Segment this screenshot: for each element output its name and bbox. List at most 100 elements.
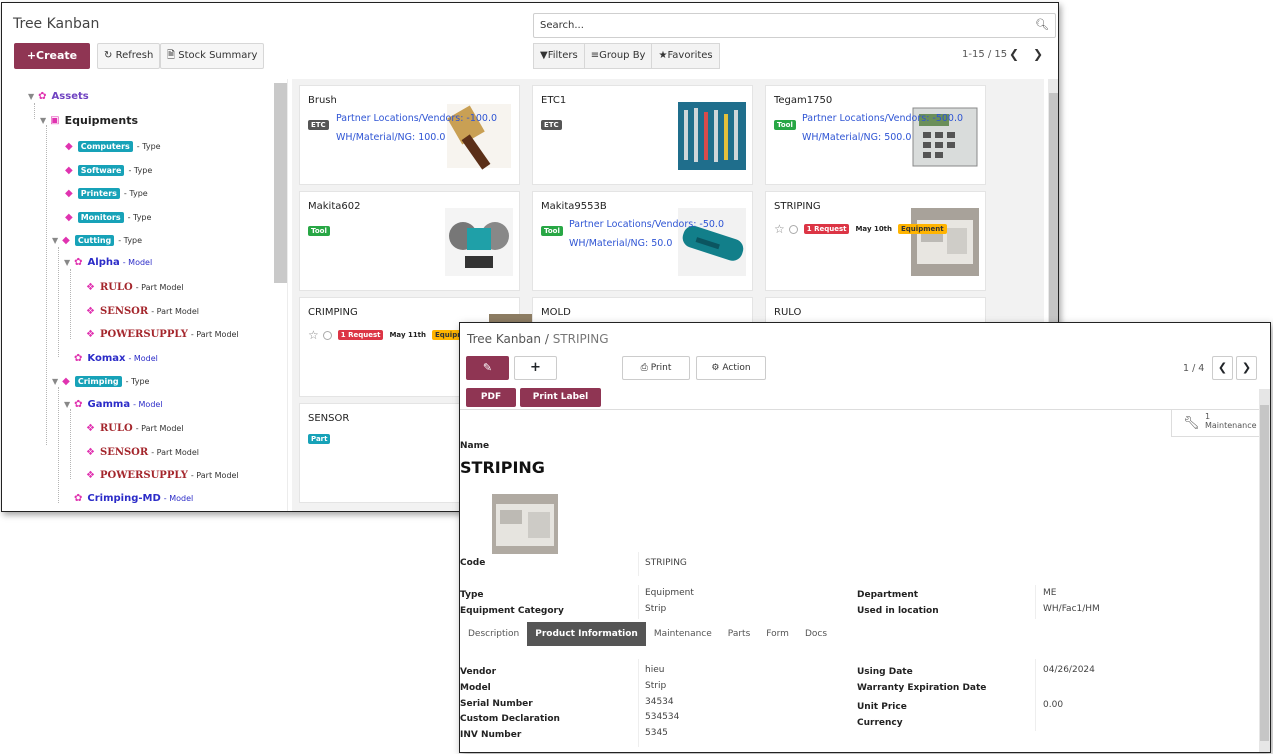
- department-value[interactable]: ME: [1043, 588, 1056, 598]
- maintenance-smart-button[interactable]: 🔧︎ 1 Maintenance: [1171, 409, 1261, 437]
- tree-node-komax[interactable]: ✿ Komax - Model: [74, 353, 158, 364]
- filter-icon: ▼: [540, 50, 548, 61]
- custom-declaration-value[interactable]: 534534: [645, 712, 679, 722]
- filters-button[interactable]: ▼Filters: [534, 44, 585, 68]
- pager-value[interactable]: 1 / 4: [1183, 363, 1204, 374]
- kanban-card-makita9553b[interactable]: Makita9553B Tool Partner Locations/Vendo…: [532, 191, 753, 291]
- serial-number-value[interactable]: 34534: [645, 697, 674, 707]
- pager-value[interactable]: 1-15 / 15: [962, 49, 1007, 60]
- edit-button[interactable]: ✎: [466, 356, 509, 380]
- tree-node-sensor[interactable]: ❖ SENSOR - Part Model: [86, 306, 199, 317]
- caret-down-icon[interactable]: ▼: [28, 92, 34, 101]
- breadcrumb-root[interactable]: Tree Kanban: [467, 332, 541, 346]
- kanban-card-striping[interactable]: STRIPING ☆ 1 Request May 10th Equipment: [765, 191, 986, 291]
- card-title: ETC1: [541, 95, 567, 106]
- breadcrumb-separator: /: [541, 332, 553, 346]
- stock-location-link[interactable]: Partner Locations/Vendors: -50.0: [569, 219, 724, 230]
- search-input[interactable]: Search... 🔍︎: [533, 13, 1056, 38]
- used-in-location-value[interactable]: WH/Fac1/HM: [1043, 604, 1100, 614]
- model-value[interactable]: Strip: [645, 681, 666, 691]
- node-type: - Type: [123, 189, 148, 198]
- card-title: Brush: [308, 95, 337, 106]
- clock-icon[interactable]: [322, 330, 332, 340]
- type-value[interactable]: Equipment: [645, 588, 694, 598]
- kanban-card-makita602[interactable]: Makita602 Tool: [299, 191, 520, 291]
- record-form-window: Tree Kanban / STRIPING ✎ + ⎙ Print ⚙ Act…: [459, 322, 1271, 753]
- action-button[interactable]: ⚙ Action: [696, 356, 766, 380]
- tree-node-powersupply-2[interactable]: ❖ POWERSUPPLY - Part Model: [86, 470, 239, 481]
- clock-icon[interactable]: [788, 224, 798, 234]
- refresh-button[interactable]: ↻ Refresh: [97, 43, 161, 69]
- stock-location-link[interactable]: WH/Material/NG: 50.0: [569, 238, 672, 249]
- model-label: Model: [460, 683, 491, 693]
- stock-location-link[interactable]: WH/Material/NG: 500.0: [802, 132, 911, 143]
- tree-node-rulo-2[interactable]: ❖ RULO - Part Model: [86, 423, 184, 434]
- tree-node-computers[interactable]: ◆ Computers - Type: [65, 141, 161, 152]
- star-icon[interactable]: ☆: [774, 222, 785, 236]
- stock-location-link[interactable]: Partner Locations/Vendors: -500.0: [802, 113, 963, 124]
- tab-product-information[interactable]: Product Information: [527, 622, 646, 646]
- star-icon[interactable]: ☆: [308, 328, 319, 342]
- kanban-card-etc1[interactable]: ETC1 ETC: [532, 85, 753, 185]
- tree-line: [58, 247, 59, 357]
- chevron-left-icon[interactable]: ❮: [1212, 356, 1233, 380]
- chevron-left-icon[interactable]: ❮: [1009, 47, 1019, 61]
- tree-node-monitors[interactable]: ◆ Monitors - Type: [65, 212, 151, 223]
- stock-location-link[interactable]: WH/Material/NG: 100.0: [336, 132, 445, 143]
- print-label-button[interactable]: Print Label: [520, 388, 601, 407]
- unit-price-value[interactable]: 0.00: [1043, 700, 1063, 710]
- tree-node-equipments[interactable]: ▼ ▣ Equipments: [40, 114, 138, 127]
- pdf-button[interactable]: PDF: [466, 388, 516, 407]
- tree-node-cutting[interactable]: ▼ ◆ Cutting - Type: [52, 235, 142, 246]
- vendor-value[interactable]: hieu: [645, 665, 664, 675]
- tree-node-sensor-2[interactable]: ❖ SENSOR - Part Model: [86, 447, 199, 458]
- field-separator: [638, 659, 639, 747]
- tab-form[interactable]: Form: [758, 622, 797, 646]
- tree-node-crimping[interactable]: ▼ ◆ Crimping - Type: [52, 376, 149, 387]
- tree-node-software[interactable]: ◆ Software - Type: [65, 165, 152, 176]
- tab-maintenance[interactable]: Maintenance: [646, 622, 720, 646]
- notebook-tabs: Description Product Information Maintena…: [460, 622, 835, 646]
- create-button[interactable]: +Create: [14, 43, 90, 69]
- card-title: Tegam1750: [774, 95, 833, 106]
- search-icon[interactable]: 🔍︎: [1035, 18, 1049, 31]
- tab-docs[interactable]: Docs: [797, 622, 835, 646]
- group-by-button[interactable]: ≡Group By: [585, 44, 653, 68]
- tree-node-powersupply[interactable]: ❖ POWERSUPPLY - Part Model: [86, 329, 239, 340]
- form-scrollbar[interactable]: [1260, 405, 1269, 741]
- caret-down-icon[interactable]: ▼: [52, 236, 58, 245]
- stock-summary-button[interactable]: 🗎︎ Stock Summary: [160, 43, 265, 69]
- kanban-card-brush[interactable]: Brush ETC Partner Locations/Vendors: -10…: [299, 85, 520, 185]
- tab-description[interactable]: Description: [460, 622, 527, 646]
- caret-down-icon[interactable]: ▼: [52, 377, 58, 386]
- create-button[interactable]: +: [514, 356, 557, 380]
- chevron-right-icon[interactable]: ❯: [1033, 47, 1043, 61]
- caret-down-icon[interactable]: ▼: [64, 400, 70, 409]
- record-image[interactable]: [492, 494, 558, 554]
- code-label: Code: [460, 558, 486, 568]
- equipment-category-value[interactable]: Strip: [645, 604, 666, 614]
- tree-node-assets[interactable]: ▼ ✿ Assets: [28, 91, 89, 102]
- caret-down-icon[interactable]: ▼: [64, 258, 70, 267]
- type-label: Type: [460, 590, 484, 600]
- node-type: - Type: [128, 166, 153, 175]
- favorites-button[interactable]: ★Favorites: [652, 44, 718, 68]
- tree-node-alpha[interactable]: ▼ ✿ Alpha - Model: [64, 257, 152, 268]
- tree-scrollbar[interactable]: [274, 83, 287, 283]
- chevron-right-icon[interactable]: ❯: [1236, 356, 1257, 380]
- stock-location-link[interactable]: Partner Locations/Vendors: -100.0: [336, 113, 497, 124]
- print-button[interactable]: ⎙ Print: [622, 356, 690, 380]
- node-type: - Type: [136, 142, 161, 151]
- inv-number-value[interactable]: 5345: [645, 728, 668, 738]
- code-value[interactable]: STRIPING: [645, 558, 687, 568]
- request-badge[interactable]: 1 Request: [337, 330, 384, 340]
- caret-down-icon[interactable]: ▼: [40, 116, 46, 125]
- using-date-value[interactable]: 04/26/2024: [1043, 665, 1095, 675]
- tree-node-rulo[interactable]: ❖ RULO - Part Model: [86, 282, 184, 293]
- tab-parts[interactable]: Parts: [720, 622, 758, 646]
- kanban-card-tegam1750[interactable]: Tegam1750 Tool Partner Locations/Vendors…: [765, 85, 986, 185]
- tree-node-printers[interactable]: ◆ Printers - Type: [65, 188, 148, 199]
- tree-node-crimping-md[interactable]: ✿ Crimping-MD - Model: [74, 493, 193, 504]
- tree-node-gamma[interactable]: ▼ ✿ Gamma - Model: [64, 399, 163, 410]
- request-badge[interactable]: 1 Request: [803, 224, 850, 234]
